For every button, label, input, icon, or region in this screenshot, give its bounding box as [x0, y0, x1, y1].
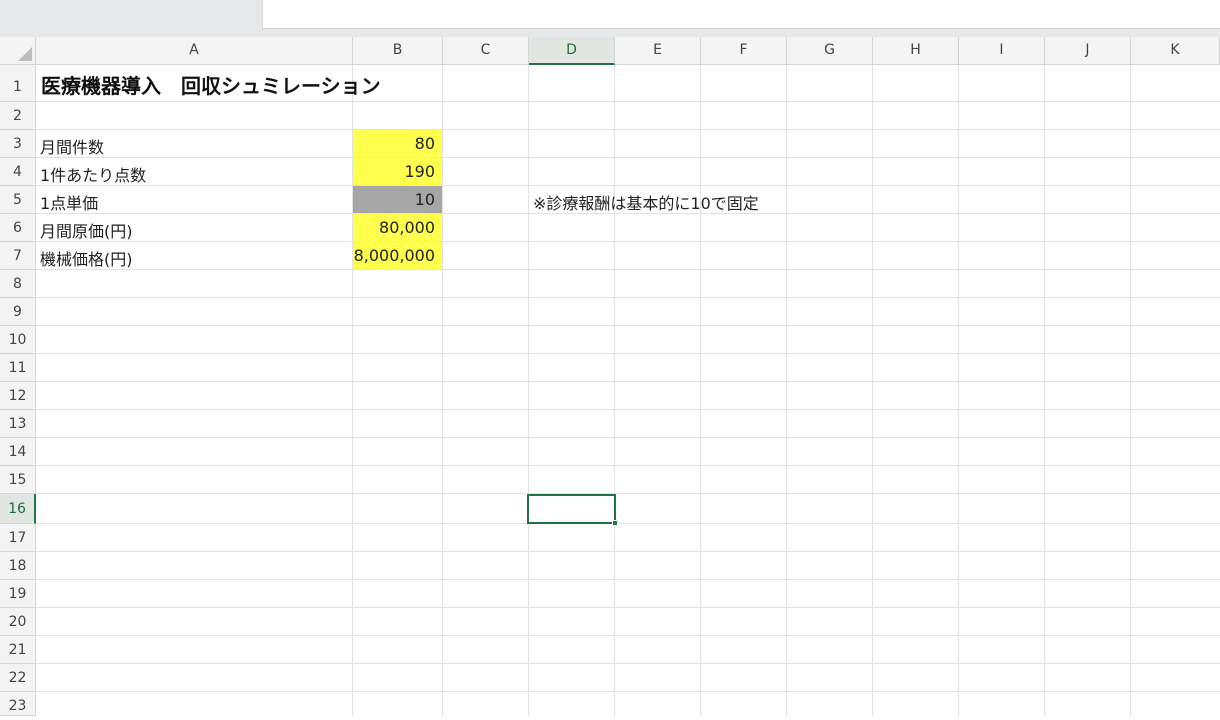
grid-line [36, 691, 1220, 692]
row-header-22[interactable]: 22 [0, 664, 36, 692]
grid-line [36, 129, 1220, 130]
row-header-16[interactable]: 16 [0, 494, 36, 524]
row-header-13[interactable]: 13 [0, 410, 36, 438]
cell-d5-note[interactable]: ※診療報酬は基本的に10で固定 [533, 190, 759, 214]
grid-line [36, 607, 1220, 608]
cell-b7[interactable]: 8,000,000 [353, 246, 435, 265]
row-header-1[interactable]: 1 [0, 65, 36, 102]
row-header-8[interactable]: 8 [0, 270, 36, 298]
column-header-a[interactable]: A [36, 37, 353, 65]
grid-line [614, 65, 615, 716]
grid-line [36, 437, 1220, 438]
row-header-14[interactable]: 14 [0, 438, 36, 466]
grid-line [36, 409, 1220, 410]
cell-b6[interactable]: 80,000 [353, 218, 435, 237]
cell-b4[interactable]: 190 [353, 162, 435, 181]
row-header-17[interactable]: 17 [0, 524, 36, 552]
row-header-3[interactable]: 3 [0, 130, 36, 158]
cell-a3[interactable]: 月間件数 [40, 134, 104, 158]
row-header-5[interactable]: 5 [0, 186, 36, 214]
grid-line [36, 551, 1220, 552]
grid-line [36, 381, 1220, 382]
select-all-button[interactable] [0, 37, 36, 65]
row-header-2[interactable]: 2 [0, 102, 36, 130]
grid-line [1130, 65, 1131, 716]
grid-line [442, 65, 443, 716]
formula-bar[interactable] [262, 0, 1220, 29]
grid-line [872, 65, 873, 716]
column-header-e[interactable]: E [615, 37, 701, 65]
column-header-h[interactable]: H [873, 37, 959, 65]
row-header-23[interactable]: 23 [0, 692, 36, 716]
grid-line [528, 65, 529, 716]
grid-line [36, 241, 1220, 242]
cell-a1-title[interactable]: 医療機器導入 回収シュミレーション [41, 70, 381, 99]
cell-a6[interactable]: 月間原価(円) [40, 218, 133, 242]
row-header-9[interactable]: 9 [0, 298, 36, 326]
grid-line [36, 157, 1220, 158]
fill-handle[interactable] [612, 520, 618, 526]
column-header-k[interactable]: K [1131, 37, 1220, 65]
cell-a4[interactable]: 1件あたり点数 [40, 162, 146, 186]
column-header-j[interactable]: J [1045, 37, 1131, 65]
column-header-d[interactable]: D [529, 37, 615, 65]
grid-line [36, 465, 1220, 466]
column-header-c[interactable]: C [443, 37, 529, 65]
row-header-20[interactable]: 20 [0, 608, 36, 636]
row-header-4[interactable]: 4 [0, 158, 36, 186]
cell-a7[interactable]: 機械価格(円) [40, 246, 133, 270]
cell-a5[interactable]: 1点単価 [40, 190, 98, 214]
grid-line [36, 663, 1220, 664]
grid-line [36, 635, 1220, 636]
select-all-triangle-icon [18, 47, 32, 61]
grid-line [786, 65, 787, 716]
column-header-g[interactable]: G [787, 37, 873, 65]
grid-line [36, 269, 1220, 270]
cell-b3[interactable]: 80 [353, 134, 435, 153]
grid-line [36, 493, 1220, 494]
grid-line [700, 65, 701, 716]
grid-line [36, 297, 1220, 298]
row-header-11[interactable]: 11 [0, 354, 36, 382]
grid-line [36, 353, 1220, 354]
grid-line [36, 101, 1220, 102]
grid-line [36, 579, 1220, 580]
grid-line [36, 325, 1220, 326]
row-header-18[interactable]: 18 [0, 552, 36, 580]
row-header-12[interactable]: 12 [0, 382, 36, 410]
row-header-21[interactable]: 21 [0, 636, 36, 664]
row-header-19[interactable]: 19 [0, 580, 36, 608]
grid-line [36, 185, 1220, 186]
column-header-b[interactable]: B [353, 37, 443, 65]
grid-line [958, 65, 959, 716]
grid-line [36, 523, 1220, 524]
column-header-i[interactable]: I [959, 37, 1045, 65]
row-header-7[interactable]: 7 [0, 242, 36, 270]
cell-b5[interactable]: 10 [353, 190, 435, 209]
column-header-f[interactable]: F [701, 37, 787, 65]
row-header-6[interactable]: 6 [0, 214, 36, 242]
grid-line [1044, 65, 1045, 716]
row-header-15[interactable]: 15 [0, 466, 36, 494]
row-header-10[interactable]: 10 [0, 326, 36, 354]
active-cell-selection[interactable] [527, 494, 616, 524]
